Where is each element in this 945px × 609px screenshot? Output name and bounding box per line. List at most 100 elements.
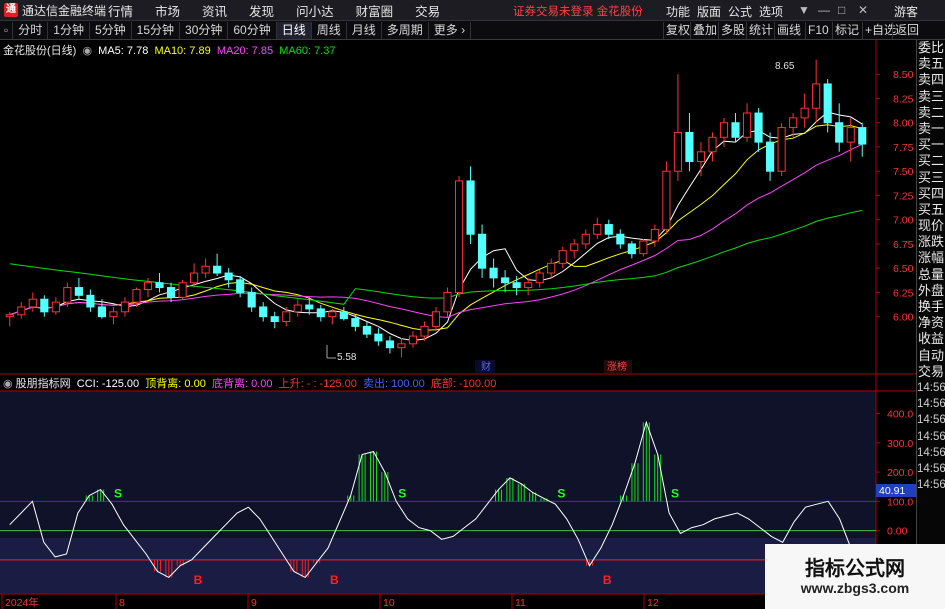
side-panel-item[interactable]: 卖二 [917,105,945,121]
finance-tag[interactable]: 财 [481,360,491,373]
side-panel-item[interactable]: 外盘 [917,283,945,299]
period-menu-icon[interactable]: ▫ [0,21,14,39]
guest-label[interactable]: 游客 [894,3,918,20]
side-panel-item[interactable]: 涨幅 [917,250,945,266]
period-1min[interactable]: 1分钟 [48,21,90,39]
side-panel-item[interactable]: 卖五 [917,56,945,72]
cci-axis-label: 400.0 [887,409,913,421]
menu-item-function[interactable]: 功能 [666,3,690,20]
watermark: 指标公式网 www.zbgs3.com [765,544,945,609]
candle-body [5,314,14,318]
candle-body [708,136,717,153]
side-panel-item[interactable]: 总量 [917,267,945,283]
candle-body [120,301,130,313]
side-panel-time: 14:56 [917,446,945,459]
side-panel-item[interactable]: 委比 [917,40,945,56]
period-timeshare[interactable]: 分时 [13,21,49,39]
kline-chart[interactable]: S B B S S B S 8.50 8.25 8.00 7.75 7.50 7.25 7.00 6.75… [0,40,916,609]
candle-body [397,343,406,349]
period-toolbar: ▫ 分时 1分钟 5分钟 15分钟 30分钟 60分钟 日线 周线 月线 多周期… [0,21,945,40]
period-15min[interactable]: 15分钟 [132,21,181,39]
menu-item-formula[interactable]: 公式 [728,3,752,20]
menu-item-trade[interactable]: 交易 [415,1,440,20]
candle-body [408,335,418,345]
period-monthly[interactable]: 月线 [347,21,382,39]
stock-name[interactable]: 金花股份(日线) [3,45,76,57]
tool-stats[interactable]: 统计 [746,22,775,39]
period-5min[interactable]: 5分钟 [90,21,132,39]
side-panel-item[interactable]: 卖四 [917,72,945,88]
candle-body [374,333,383,342]
price-axis-label: 7.00 [893,215,914,227]
side-panel-item[interactable]: 自动 [917,348,945,364]
menu-item-market[interactable]: 市场 [155,1,180,20]
candle-body [812,83,821,109]
side-panel-item[interactable]: 交易 [917,364,945,380]
tool-multi-stock[interactable]: 多股 [718,22,747,39]
period-daily[interactable]: 日线 [276,21,312,39]
side-panel-item[interactable]: 涨跌 [917,234,945,250]
menu-item-ask[interactable]: 问小达 [296,1,334,20]
candle-body [454,180,464,293]
menu-item-quotes[interactable]: 行情 [108,1,133,20]
indicator-name[interactable]: 股朋指标网 [16,378,71,390]
candle-body [823,83,832,124]
sell-signal-label: S [114,486,122,500]
side-panel-item[interactable]: 现价 [917,218,945,234]
candle-body [259,306,268,318]
period-weekly[interactable]: 周线 [312,21,347,39]
close-icon[interactable]: ✕ [858,3,868,17]
price-axis-label: 7.75 [893,142,914,154]
indicator-legend: ◉ 股朋指标网 CCI: -125.00 顶背离: 0.00 底背离: 0.00… [3,375,496,391]
menu-item-options[interactable]: 选项 [759,3,783,20]
period-60min[interactable]: 60分钟 [228,21,277,39]
ma10-value: MA10: 7.89 [154,45,211,57]
period-30min[interactable]: 30分钟 [180,21,229,39]
side-panel-item[interactable]: 卖三 [917,89,945,105]
side-panel-item[interactable]: 净资 [917,315,945,331]
candle-body [443,291,452,313]
limit-up-tag[interactable]: 涨榜 [607,360,627,373]
maximize-icon[interactable]: □ [838,3,845,17]
menu-item-layout[interactable]: 版面 [697,3,721,20]
menu-item-wealth[interactable]: 财富圈 [356,1,394,20]
side-panel-item[interactable]: 换手 [917,299,945,315]
candle-body [63,287,72,303]
tool-draw[interactable]: 画线 [774,22,803,39]
candle-body [305,304,314,310]
menu-item-news[interactable]: 资讯 [202,1,227,20]
period-more[interactable]: 更多 › [429,21,472,39]
candle-body [74,287,83,296]
login-status[interactable]: 证券交易未登录 金花股份 [513,3,643,19]
menu-item-discover[interactable]: 发现 [249,1,274,20]
legend-dot-icon: ◉ [79,45,96,57]
candle-body [420,325,429,337]
candle-body [166,287,176,298]
candle-body [662,170,671,230]
price-axis-label: 8.00 [893,118,914,130]
side-panel-item[interactable]: 买一 [917,137,945,153]
watermark-url: www.zbgs3.com [800,580,910,596]
candle-body [201,265,210,274]
minimize-icon[interactable]: — [818,3,830,17]
side-panel-item[interactable]: 卖一 [917,121,945,137]
side-panel-item[interactable]: 买四 [917,186,945,202]
dropdown-icon[interactable]: ▼ [798,3,810,17]
candle-body [650,228,659,242]
tool-back[interactable]: 返回 [892,22,921,39]
candle-body [316,308,325,318]
side-panel-item[interactable]: 收益 [917,331,945,347]
tool-f10[interactable]: F10 [805,22,831,39]
period-multi[interactable]: 多周期 [382,21,429,39]
date-axis-label: 12 [647,597,659,609]
date-axis-label: 11 [515,597,526,609]
side-panel-item[interactable]: 买五 [917,202,945,218]
tool-mark[interactable]: 标记 [832,22,861,39]
tool-adjust[interactable]: 复权 [663,22,692,39]
date-axis-label: 9 [251,597,257,609]
side-panel-item[interactable]: 买三 [917,170,945,186]
sell-signal-label: S [557,486,565,500]
tool-overlay[interactable]: 叠加 [690,22,719,39]
candle-body [328,311,337,318]
side-panel-item[interactable]: 买二 [917,153,945,169]
